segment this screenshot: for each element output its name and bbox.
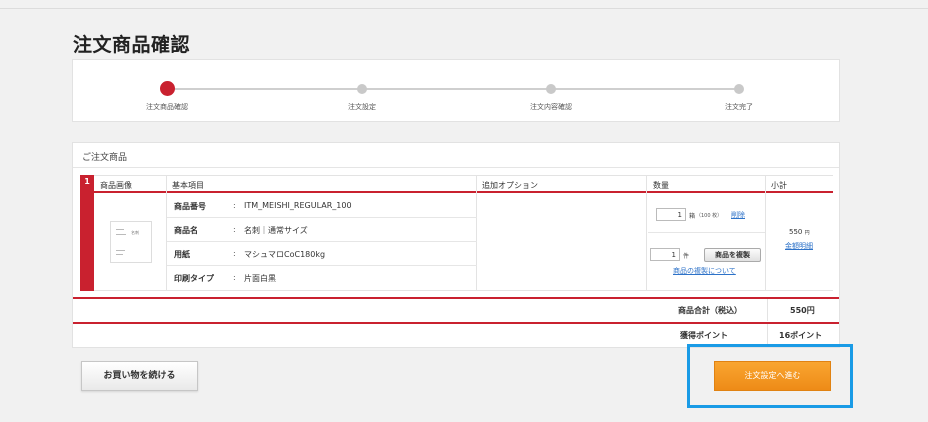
total-value: 550円 bbox=[790, 306, 815, 315]
attribute-row: 商品番号 : ITM_MEISHI_REGULAR_100 bbox=[167, 194, 477, 218]
item-price: 550 円 bbox=[789, 228, 810, 236]
attribute-value: 名刺｜通常サイズ bbox=[244, 226, 308, 235]
header-quantity: 数量 bbox=[653, 181, 669, 190]
attribute-row: 用紙 : マシュマロCoC180kg bbox=[167, 242, 477, 266]
header-options: 追加オプション bbox=[482, 181, 538, 190]
item-number: 1 bbox=[84, 177, 90, 186]
points-value: 16ポイント bbox=[779, 331, 823, 340]
points-row: 獲得ポイント 16ポイント bbox=[73, 322, 839, 346]
column-divider bbox=[646, 175, 647, 291]
divider bbox=[73, 167, 839, 168]
step-label: 注文完了 bbox=[725, 103, 753, 111]
total-row: 商品合計（税込） 550円 bbox=[73, 297, 839, 321]
order-items-panel: ご注文商品 1 商品画像 基本項目 追加オプション 数量 小計 名刺 商品番号 … bbox=[72, 142, 840, 348]
top-rule bbox=[0, 8, 928, 9]
attribute-value: マシュマロCoC180kg bbox=[244, 250, 326, 259]
table-bottom-border bbox=[94, 290, 833, 291]
order-item-table: 1 商品画像 基本項目 追加オプション 数量 小計 名刺 商品番号 : ITM_… bbox=[80, 175, 833, 291]
copy-unit: 件 bbox=[683, 253, 690, 260]
continue-shopping-button[interactable]: お買い物を続ける bbox=[81, 361, 198, 391]
section-title: ご注文商品 bbox=[82, 153, 128, 163]
step-dot-active bbox=[160, 81, 175, 96]
step-label: 注文設定 bbox=[348, 103, 376, 111]
product-thumbnail: 名刺 bbox=[110, 221, 152, 263]
header-image: 商品画像 bbox=[100, 181, 132, 190]
column-divider bbox=[767, 324, 768, 346]
copy-quantity-input[interactable]: 1 bbox=[650, 248, 680, 261]
page-title: 注文商品確認 bbox=[73, 34, 191, 56]
delete-link[interactable]: 削除 bbox=[731, 210, 745, 220]
step-order-review: 注文内容確認 bbox=[491, 60, 611, 123]
box-quantity-input[interactable]: 1 bbox=[656, 208, 686, 221]
column-divider bbox=[767, 299, 768, 321]
proceed-to-order-settings-button[interactable]: 注文設定へ進む bbox=[714, 361, 831, 391]
stepper-line bbox=[174, 88, 739, 90]
header-basic: 基本項目 bbox=[172, 181, 204, 190]
step-label: 注文商品確認 bbox=[146, 103, 188, 111]
step-order-settings: 注文設定 bbox=[302, 60, 422, 123]
total-label: 商品合計（税込） bbox=[678, 306, 742, 315]
thumbnail-text: 名刺 bbox=[131, 230, 139, 235]
attribute-key: 用紙 bbox=[174, 250, 190, 259]
step-dot bbox=[357, 84, 367, 94]
attribute-key: 商品番号 bbox=[174, 202, 206, 211]
step-dot bbox=[546, 84, 556, 94]
attribute-row: 商品名 : 名刺｜通常サイズ bbox=[167, 218, 477, 242]
column-divider bbox=[765, 175, 766, 291]
progress-stepper: 注文商品確認 注文設定 注文内容確認 注文完了 bbox=[72, 59, 840, 122]
attribute-key: 印刷タイプ bbox=[174, 274, 214, 283]
attribute-key: 商品名 bbox=[174, 226, 198, 235]
price-detail-link[interactable]: 金額明細 bbox=[785, 241, 813, 251]
header-subtotal: 小計 bbox=[771, 181, 787, 190]
copy-item-button[interactable]: 商品を複製 bbox=[704, 248, 761, 262]
attribute-row: 印刷タイプ : 片面白黒 bbox=[174, 273, 276, 283]
item-number-cell: 1 bbox=[80, 175, 94, 291]
step-order-complete: 注文完了 bbox=[679, 60, 799, 123]
step-dot bbox=[734, 84, 744, 94]
copy-about-link[interactable]: 商品の複製について bbox=[673, 266, 736, 276]
attribute-value: 片面白黒 bbox=[244, 274, 276, 283]
box-sheets: （100 枚） bbox=[696, 213, 723, 219]
attribute-value: ITM_MEISHI_REGULAR_100 bbox=[244, 201, 352, 210]
table-header-row: 商品画像 基本項目 追加オプション 数量 小計 bbox=[94, 175, 833, 193]
step-label: 注文内容確認 bbox=[530, 103, 572, 111]
points-label: 獲得ポイント bbox=[680, 331, 728, 340]
divider bbox=[648, 232, 765, 233]
step-order-items: 注文商品確認 bbox=[107, 60, 227, 123]
box-unit: 箱 bbox=[689, 213, 696, 220]
